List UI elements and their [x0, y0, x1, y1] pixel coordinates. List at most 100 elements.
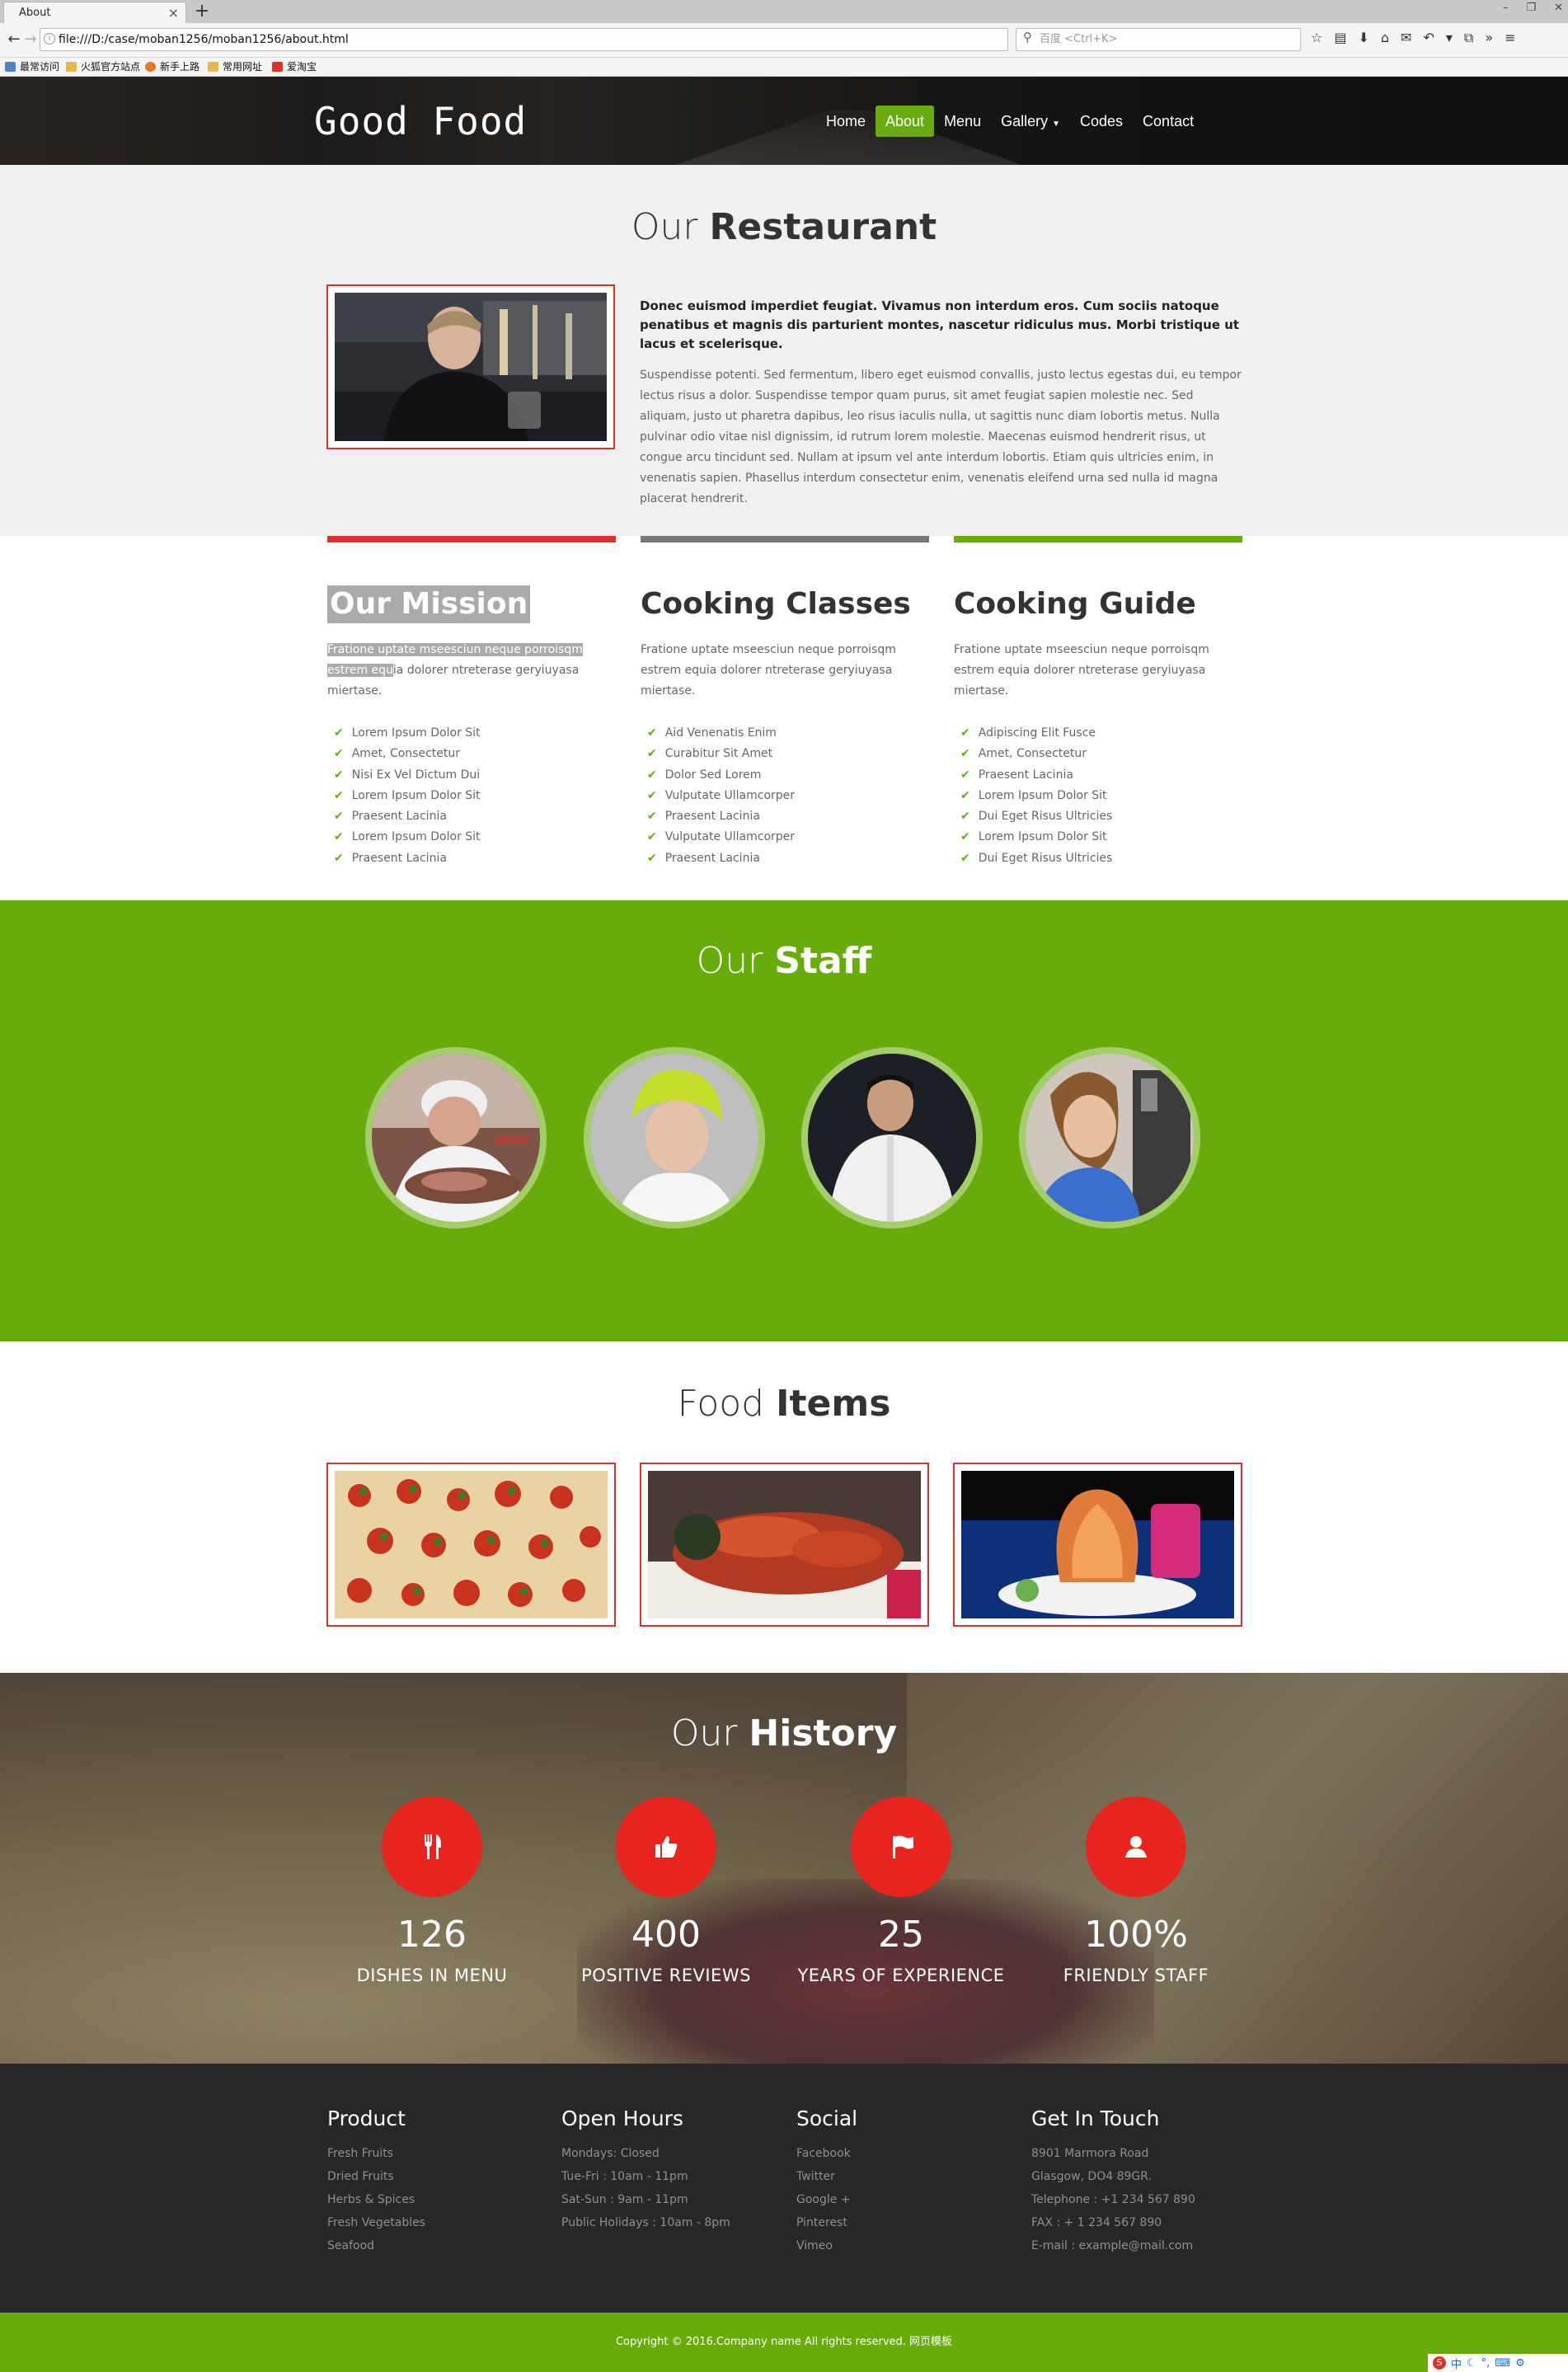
- menu-icon[interactable]: ≡: [1505, 30, 1515, 46]
- footer-link[interactable]: E-mail : example@mail.com: [1031, 2234, 1195, 2257]
- feature-column: Cooking Guide Fratione uptate mseesciun …: [954, 536, 1242, 869]
- chat-icon[interactable]: ✉: [1401, 30, 1411, 46]
- section-title: Our Restaurant: [631, 206, 937, 248]
- nav-about[interactable]: About: [876, 106, 935, 137]
- check-icon: ✔: [334, 830, 344, 844]
- chef-green-hat-photo: [590, 1054, 758, 1222]
- dropdown-icon[interactable]: ▾: [1446, 30, 1453, 46]
- minimize-icon[interactable]: –: [1503, 2, 1509, 14]
- stat-icon-circle: [1086, 1797, 1186, 1897]
- footer-link[interactable]: Fresh Vegetables: [327, 2211, 425, 2234]
- bookmark-item[interactable]: 最常访问: [5, 58, 59, 76]
- nav-gallery-label: Gallery: [1001, 113, 1049, 129]
- check-icon: ✔: [960, 851, 970, 865]
- punctuation-icon[interactable]: °,: [1481, 2357, 1491, 2370]
- section-title: Food Items: [677, 1383, 891, 1425]
- footer-link[interactable]: Pinterest: [796, 2211, 857, 2234]
- list-item: ✔ Lorem Ipsum Dolor Sit: [334, 830, 481, 844]
- site-logo[interactable]: Good Food: [314, 99, 527, 143]
- check-icon: ✔: [960, 726, 970, 740]
- undo-icon[interactable]: ↶: [1423, 30, 1434, 46]
- page-info-icon[interactable]: i: [44, 33, 55, 45]
- feature-list: ✔ Aid Venenatis Enim ✔ Curabitur Sit Amet …: [641, 723, 929, 869]
- browser-toolbar: ← → i file:///D:/case/moban1256/moban125…: [0, 23, 1568, 58]
- bookmark-item[interactable]: 常用网址: [208, 58, 262, 76]
- nav-codes[interactable]: Codes: [1070, 106, 1133, 137]
- food-image[interactable]: [640, 1463, 929, 1627]
- sogou-icon[interactable]: S: [1433, 2356, 1446, 2370]
- food-image[interactable]: [326, 1463, 616, 1627]
- list-item: ✔ Praesent Lacinia: [647, 851, 760, 865]
- feature-text: Fratione uptate mseesciun neque porroisq…: [954, 643, 1209, 698]
- check-icon: ✔: [960, 830, 970, 844]
- thumbs-up-icon: [655, 1836, 678, 1858]
- search-box[interactable]: ⚲ 百度 <Ctrl+K>: [1016, 28, 1301, 51]
- feature-bar: [641, 536, 929, 543]
- man-eating-photo: [335, 293, 607, 441]
- stat-label: POSITIVE REVIEWS: [581, 1966, 751, 1985]
- check-icon: ✔: [647, 788, 657, 802]
- forward-icon[interactable]: →: [21, 30, 40, 49]
- close-window-icon[interactable]: ✕: [1554, 2, 1563, 14]
- browser-tab[interactable]: About ×: [3, 2, 186, 23]
- stat-number: 126: [397, 1914, 467, 1956]
- nav-gallery[interactable]: Gallery ▼: [991, 106, 1070, 137]
- list-item: ✔ Curabitur Sit Amet: [647, 747, 773, 761]
- feature-list: ✔ Adipiscing Elit Fusce ✔ Amet, Consectetu…: [954, 723, 1242, 869]
- folder-icon: [66, 62, 77, 72]
- food-image[interactable]: [953, 1463, 1242, 1627]
- section-title: Our Staff: [696, 940, 872, 982]
- feature-bar: [954, 536, 1242, 543]
- footer-text: Telephone : +1 234 567 890: [1031, 2193, 1195, 2206]
- overflow-icon[interactable]: »: [1485, 30, 1493, 46]
- nav-menu[interactable]: Menu: [934, 106, 991, 137]
- footer-text: Mondays: Closed: [561, 2147, 660, 2160]
- bookmark-item[interactable]: 爱淘宝: [272, 58, 317, 76]
- staff-avatar[interactable]: [584, 1047, 765, 1228]
- restore-icon[interactable]: ❐: [1526, 2, 1536, 14]
- home-icon[interactable]: ⌂: [1381, 30, 1389, 46]
- check-icon: ✔: [334, 810, 344, 824]
- check-icon: ✔: [334, 726, 344, 740]
- feature-list: ✔ Lorem Ipsum Dolor Sit ✔ Amet, Consectetu…: [327, 723, 616, 869]
- footer-link[interactable]: Vimeo: [796, 2234, 857, 2257]
- nav-contact[interactable]: Contact: [1133, 106, 1204, 137]
- section-title: Our History: [670, 1712, 898, 1754]
- star-icon[interactable]: ☆: [1311, 30, 1322, 46]
- new-tab-button[interactable]: +: [191, 2, 213, 21]
- reading-list-icon[interactable]: ▤: [1334, 30, 1346, 46]
- footer-link[interactable]: Seafood: [327, 2234, 425, 2257]
- nav-home[interactable]: Home: [816, 106, 876, 137]
- staff-avatar[interactable]: [801, 1047, 983, 1228]
- bookmark-item[interactable]: 新手上路: [145, 58, 200, 76]
- ime-label[interactable]: 中: [1451, 2356, 1462, 2371]
- stat-number: 400: [631, 1914, 701, 1956]
- screenshot-icon[interactable]: ⧉: [1464, 30, 1473, 46]
- staff-avatar[interactable]: [365, 1047, 547, 1228]
- footer-link[interactable]: Facebook: [796, 2142, 857, 2165]
- address-bar[interactable]: i file:///D:/case/moban1256/moban1256/ab…: [40, 28, 1037, 51]
- footer-link[interactable]: Dried Fruits: [327, 2165, 425, 2188]
- list-item: ✔ Lorem Ipsum Dolor Sit: [960, 830, 1107, 844]
- back-icon[interactable]: ←: [5, 30, 23, 49]
- download-icon[interactable]: ⬇: [1358, 30, 1368, 46]
- footer-link[interactable]: Google +: [796, 2188, 857, 2211]
- list-item: ✔ Dui Eget Risus Ultricies: [960, 810, 1113, 824]
- feature-bar: [327, 536, 616, 543]
- footer-link[interactable]: Twitter: [796, 2165, 857, 2188]
- close-tab-icon[interactable]: ×: [168, 2, 179, 24]
- copyright-bar: Copyright © 2016.Company name All rights…: [0, 2313, 1568, 2372]
- footer-link[interactable]: Fresh Fruits: [327, 2142, 425, 2165]
- check-icon: ✔: [960, 768, 970, 782]
- chef-white-coat-photo: [808, 1054, 976, 1222]
- footer-link[interactable]: Herbs & Spices: [327, 2188, 425, 2211]
- moon-icon[interactable]: ☾: [1467, 2357, 1476, 2370]
- footer-heading: Social: [796, 2107, 858, 2130]
- staff-avatar[interactable]: [1019, 1047, 1200, 1228]
- shrimp-cocktail-photo: [961, 1471, 1234, 1618]
- shirt-icon[interactable]: ⚙: [1515, 2357, 1525, 2370]
- keyboard-icon[interactable]: ⌨: [1495, 2357, 1510, 2370]
- check-icon: ✔: [647, 747, 657, 761]
- stat-card: 400 POSITIVE REVIEWS: [555, 1797, 777, 1985]
- bookmark-item[interactable]: 火狐官方站点: [66, 58, 140, 76]
